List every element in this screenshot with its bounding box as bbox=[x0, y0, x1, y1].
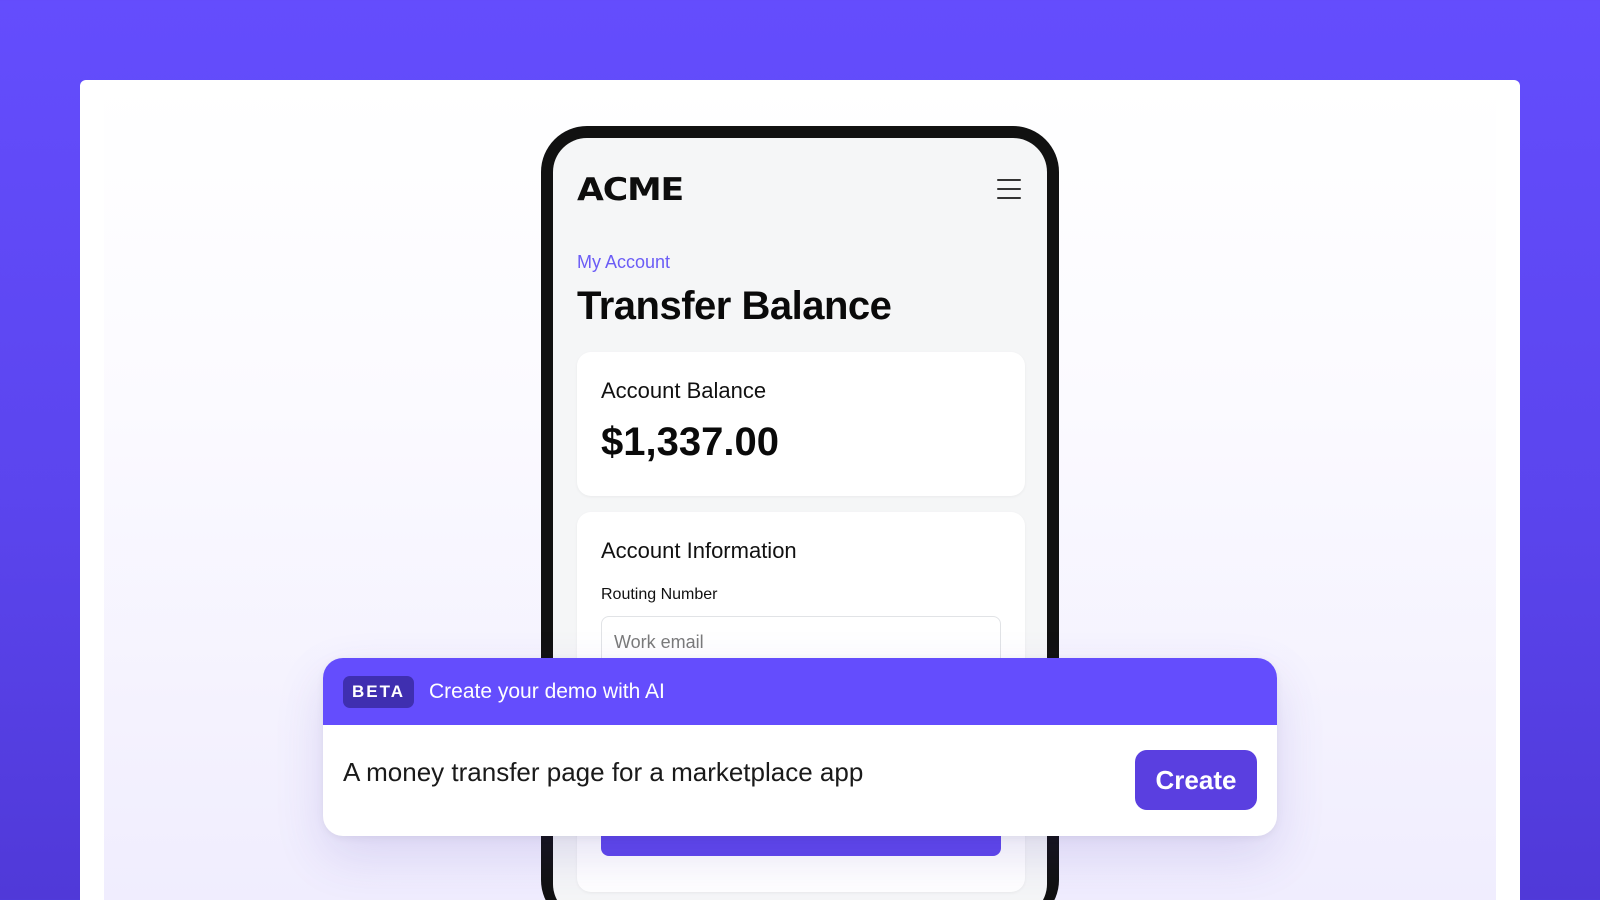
routing-number-label: Routing Number bbox=[601, 586, 718, 603]
balance-value: $1,337.00 bbox=[601, 420, 779, 464]
hamburger-menu-icon[interactable] bbox=[997, 179, 1021, 199]
ai-panel-header: BETA Create your demo with AI bbox=[323, 658, 1277, 725]
breadcrumb-my-account[interactable]: My Account bbox=[577, 252, 670, 273]
balance-card: Account Balance $1,337.00 bbox=[577, 352, 1025, 496]
balance-label: Account Balance bbox=[601, 378, 767, 403]
acme-logo: ACME bbox=[577, 172, 684, 208]
account-information-heading: Account Information bbox=[601, 538, 797, 563]
ai-demo-panel: BETA Create your demo with AI Create bbox=[323, 658, 1277, 836]
page-title: Transfer Balance bbox=[577, 284, 892, 328]
beta-badge: BETA bbox=[343, 675, 415, 708]
ai-panel-heading: Create your demo with AI bbox=[429, 679, 665, 703]
ai-prompt-input[interactable] bbox=[343, 750, 1103, 794]
create-button[interactable]: Create bbox=[1135, 750, 1257, 810]
